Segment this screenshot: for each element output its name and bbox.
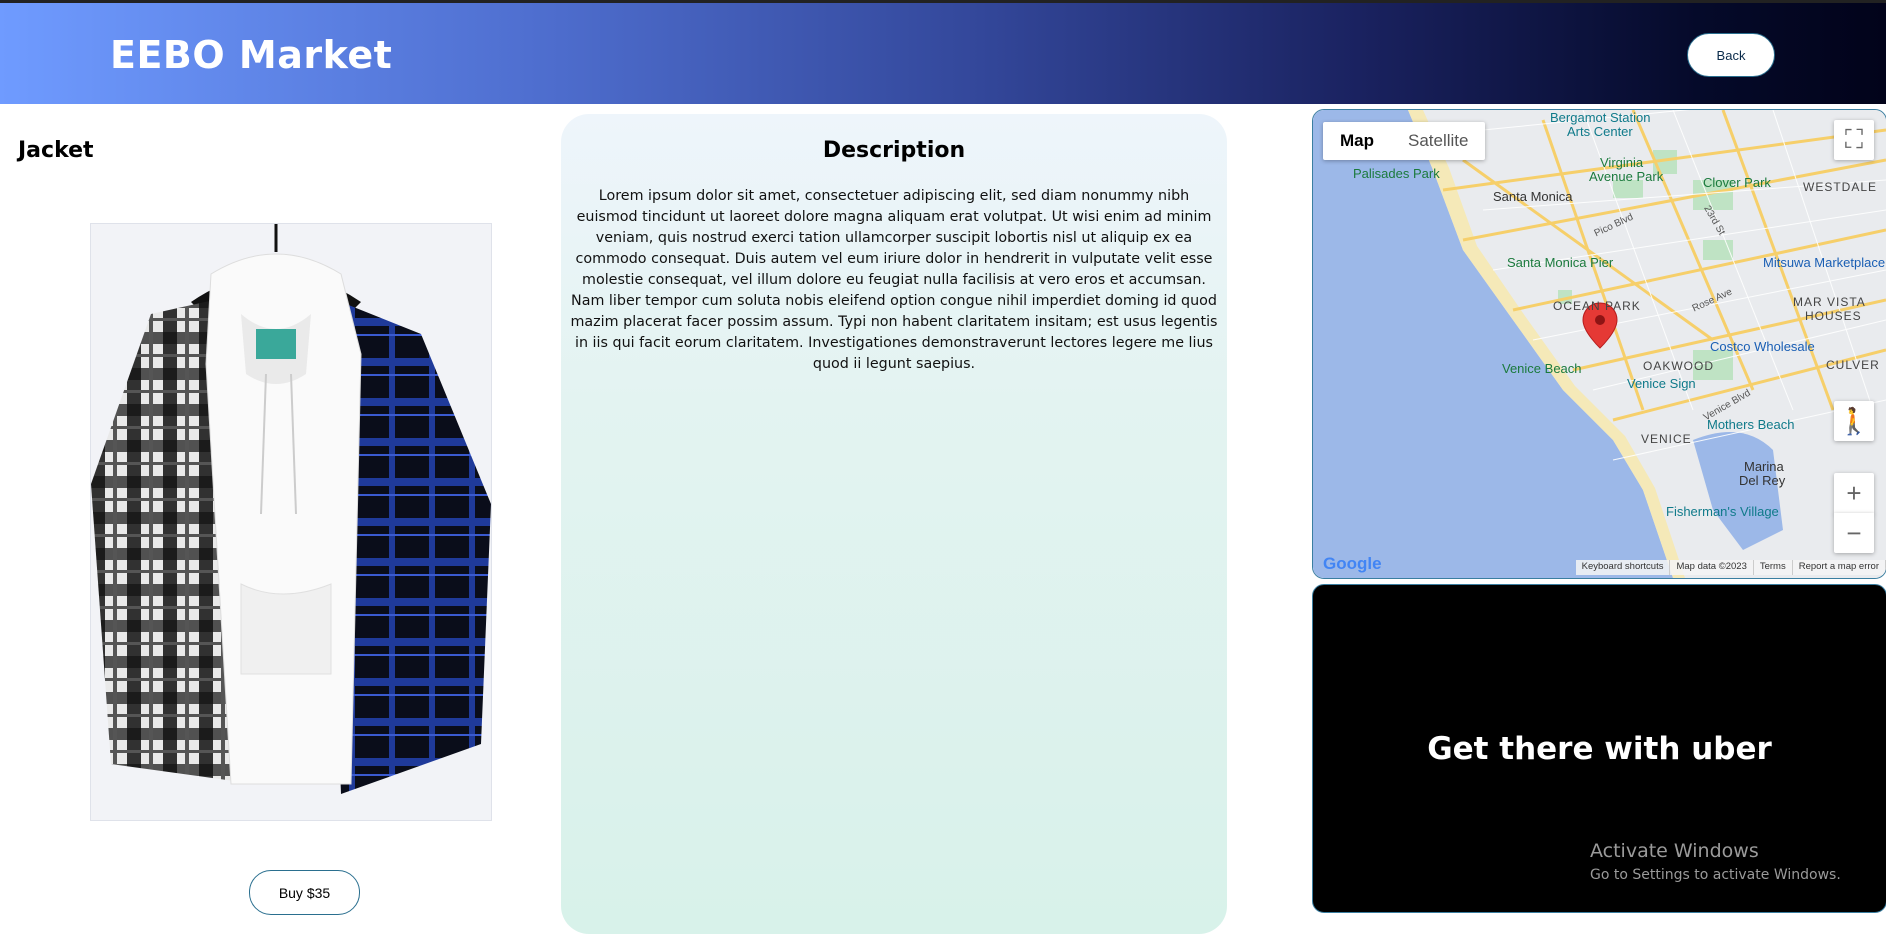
map-label-bergamot: Bergamot Station bbox=[1550, 110, 1651, 125]
map-label-mar-vista: MAR VISTA bbox=[1793, 295, 1866, 309]
map-type-toggle: Map Satellite bbox=[1323, 122, 1486, 160]
map-label-arts-center: Arts Center bbox=[1567, 124, 1633, 139]
map-label-ocean-park: OCEAN PARK bbox=[1553, 299, 1641, 313]
brand-logo-text[interactable]: EEBO Market bbox=[110, 33, 392, 77]
terms-link[interactable]: Terms bbox=[1754, 560, 1793, 575]
google-map[interactable]: Bergamot Station Arts Center Palisades P… bbox=[1312, 109, 1886, 579]
description-text: Lorem ipsum dolor sit amet, consectetuer… bbox=[570, 188, 1218, 372]
map-label-avenue-park: Avenue Park bbox=[1589, 169, 1664, 184]
activate-windows-subtitle: Go to Settings to activate Windows. bbox=[1590, 867, 1841, 883]
uber-cta-text[interactable]: Get there with uber bbox=[1313, 731, 1886, 767]
back-button[interactable]: Back bbox=[1687, 33, 1775, 77]
map-label-clover-park: Clover Park bbox=[1703, 175, 1771, 190]
map-label-palisades: Palisades Park bbox=[1353, 166, 1440, 181]
map-label-del-rey: Del Rey bbox=[1739, 473, 1786, 488]
map-label-virginia: Virginia bbox=[1600, 155, 1644, 170]
google-logo[interactable]: Google bbox=[1323, 554, 1382, 574]
map-label-mitsuwa: Mitsuwa Marketplace bbox=[1763, 255, 1886, 270]
map-footer: Keyboard shortcuts Map data ©2023 Terms … bbox=[1575, 560, 1886, 575]
map-label-venice-beach: Venice Beach bbox=[1502, 361, 1582, 376]
keyboard-shortcuts-link[interactable]: Keyboard shortcuts bbox=[1576, 560, 1671, 575]
map-label-venice: VENICE bbox=[1641, 432, 1692, 446]
map-label-fishermans-village: Fisherman's Village bbox=[1666, 504, 1779, 519]
product-title: Jacket bbox=[18, 138, 94, 163]
buy-button[interactable]: Buy $35 bbox=[249, 870, 360, 915]
site-header: EEBO Market Back bbox=[0, 3, 1886, 104]
map-label-oakwood: OAKWOOD bbox=[1643, 359, 1715, 373]
map-tab[interactable]: Map bbox=[1323, 122, 1391, 160]
description-panel: Description Lorem ipsum dolor sit amet, … bbox=[561, 114, 1227, 934]
report-error-link[interactable]: Report a map error bbox=[1793, 560, 1886, 575]
map-label-costco: Costco Wholesale bbox=[1710, 339, 1815, 354]
description-title: Description bbox=[822, 138, 966, 163]
satellite-tab[interactable]: Satellite bbox=[1391, 122, 1485, 160]
fullscreen-icon[interactable]: ⛶ bbox=[1834, 120, 1874, 160]
uber-panel[interactable]: Get there with uber bbox=[1312, 584, 1886, 913]
jacket-illustration bbox=[91, 224, 491, 820]
map-label-venice-sign: Venice Sign bbox=[1627, 376, 1696, 391]
map-label-culver: CULVER bbox=[1826, 358, 1880, 372]
map-label-westdale: WESTDALE bbox=[1803, 180, 1878, 194]
map-label-houses: HOUSES bbox=[1805, 309, 1862, 323]
zoom-in-button[interactable]: + bbox=[1834, 473, 1874, 514]
google-logo-text: Google bbox=[1323, 554, 1382, 573]
map-data-text: Map data ©2023 bbox=[1670, 560, 1754, 575]
map-label-pier: Santa Monica Pier bbox=[1507, 255, 1614, 270]
activate-windows-title: Activate Windows bbox=[1590, 840, 1759, 862]
map-label-mothers-beach: Mothers Beach bbox=[1707, 417, 1795, 432]
zoom-out-button[interactable]: − bbox=[1834, 513, 1874, 553]
product-image bbox=[90, 223, 492, 821]
map-label-marina: Marina bbox=[1744, 459, 1784, 474]
map-label-santa-monica: Santa Monica bbox=[1493, 189, 1573, 204]
street-view-pegman-icon[interactable]: 🚶 bbox=[1834, 401, 1874, 441]
